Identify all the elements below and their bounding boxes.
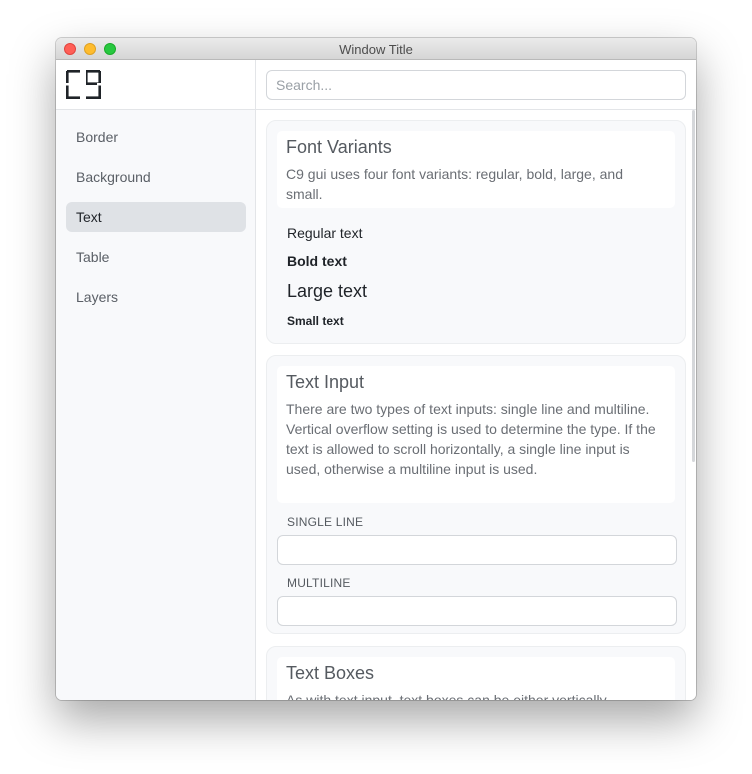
multiline-label: MULTILINE xyxy=(287,576,351,590)
regular-text-sample: Regular text xyxy=(287,225,363,241)
sidebar: Border Background Text Table Layers xyxy=(56,60,256,700)
window-title: Window Title xyxy=(339,42,413,57)
single-line-label: SINGLE LINE xyxy=(287,515,364,529)
section-description: C9 gui uses four font variants: regular,… xyxy=(286,166,623,202)
bold-text-sample: Bold text xyxy=(287,253,347,269)
section-description: As with text input, text boxes can be ei… xyxy=(286,692,607,700)
section-description: There are two types of text inputs: sing… xyxy=(286,401,656,477)
text-boxes-header: Text Boxes As with text input, text boxe… xyxy=(277,657,675,700)
text-input-header: Text Input There are two types of text i… xyxy=(277,366,675,503)
sidebar-item-text[interactable]: Text xyxy=(66,202,246,232)
text-boxes-card: Text Boxes As with text input, text boxe… xyxy=(266,646,686,700)
section-title: Text Input xyxy=(286,372,365,392)
section-title: Font Variants xyxy=(286,137,392,157)
sidebar-item-layers[interactable]: Layers xyxy=(66,282,246,312)
small-text-sample: Small text xyxy=(287,314,344,328)
sidebar-item-table[interactable]: Table xyxy=(66,242,246,272)
large-text-sample: Large text xyxy=(287,281,368,301)
search-input[interactable] xyxy=(266,70,686,100)
single-line-input[interactable] xyxy=(277,535,677,565)
title-bar[interactable]: Window Title xyxy=(56,38,696,60)
c9-logo-icon xyxy=(66,70,102,100)
font-variants-card: Font Variants C9 gui uses four font vari… xyxy=(266,120,686,344)
sidebar-item-border[interactable]: Border xyxy=(66,122,246,152)
sidebar-item-background[interactable]: Background xyxy=(66,162,246,192)
content-pane: Font Variants C9 gui uses four font vari… xyxy=(256,60,696,700)
header-divider xyxy=(256,109,696,110)
logo-area xyxy=(56,60,255,110)
content-scrollbar[interactable] xyxy=(692,110,695,462)
section-title: Text Boxes xyxy=(286,663,375,683)
multiline-input[interactable] xyxy=(277,596,677,626)
app-window: Window Title Border Background Text Tabl… xyxy=(56,38,696,700)
text-input-card: Text Input There are two types of text i… xyxy=(266,355,686,634)
font-variants-header: Font Variants C9 gui uses four font vari… xyxy=(277,131,675,208)
